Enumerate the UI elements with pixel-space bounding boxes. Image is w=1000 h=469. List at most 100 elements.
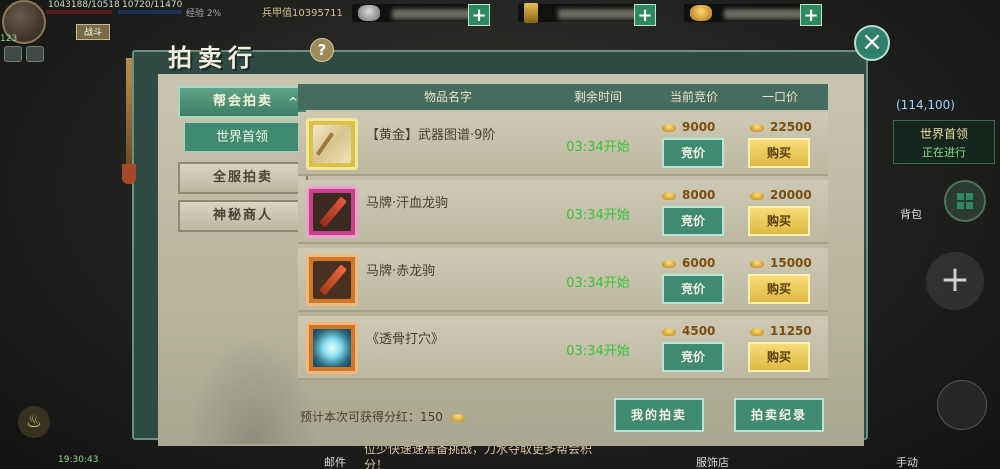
item-name: 马牌·汗血龙驹	[366, 196, 449, 211]
buy-button[interactable]: 购买	[748, 138, 810, 168]
player-level: 123	[0, 34, 18, 44]
item-slot[interactable]	[306, 118, 358, 170]
chat-message-cont: 分！	[364, 458, 389, 469]
buyout-price: 15000	[750, 256, 812, 270]
buyout-price: 22500	[750, 120, 812, 134]
buy-button[interactable]: 购买	[748, 274, 810, 304]
gold-resource: +	[684, 4, 822, 26]
gold-amount-blurred	[724, 9, 804, 19]
gold-ingot-icon	[750, 123, 764, 132]
tab-guild-auction[interactable]: 帮会拍卖 ^	[178, 86, 308, 118]
gold-ingot-icon	[662, 191, 676, 200]
grid-icon	[957, 193, 973, 209]
dividend-info: 预计本次可获得分红：150	[300, 408, 471, 425]
header-buyout: 一口价	[761, 90, 798, 104]
item-name: 《透骨打穴》	[366, 332, 445, 347]
item-name: 【黄金】武器图谱·9阶	[366, 128, 496, 143]
exp-text: 经验 2%	[186, 9, 222, 19]
time-left: 03:34开始	[566, 276, 630, 291]
buff-icon[interactable]	[4, 46, 22, 62]
auction-table: 物品名字 剩余时间 当前竞价 一口价 【黄金】武器图谱·9阶 03:34开始 9…	[298, 84, 828, 384]
clock-text: 19:30:43	[58, 455, 99, 465]
hp-text: 1043188/10518	[48, 0, 120, 10]
current-bid: 9000	[662, 120, 715, 134]
item-name: 马牌·赤龙驹	[366, 264, 436, 279]
boss-tracker-title: 世界首领	[919, 127, 968, 141]
time-left: 03:34开始	[566, 344, 630, 359]
window-frame: 帮会拍卖 ^ 世界首领 全服拍卖 神秘商人 物品名字 剩余时间 当前竞价 一口价…	[132, 50, 868, 446]
bag-label: 背包	[900, 208, 922, 221]
auction-record-button[interactable]: 拍卖纪录	[734, 398, 824, 432]
mail-label[interactable]: 邮件	[324, 454, 346, 469]
header-time-left: 剩余时间	[573, 90, 622, 104]
item-slot[interactable]	[306, 254, 358, 306]
item-slot[interactable]	[306, 322, 358, 374]
silver-resource: +	[352, 4, 490, 26]
tab-server-auction[interactable]: 全服拍卖	[178, 162, 308, 194]
gold-ingot-icon	[662, 259, 676, 268]
buy-button[interactable]: 购买	[748, 206, 810, 236]
time-left: 03:34开始	[566, 140, 630, 155]
item-slot[interactable]	[306, 186, 358, 238]
silver-ingot-icon	[358, 5, 380, 21]
table-row[interactable]: 马牌·汗血龙驹 03:34开始 8000 20000 竞价 购买	[298, 180, 828, 244]
battle-mode-button[interactable]: 战斗	[76, 24, 110, 40]
gold-ingot-icon	[450, 413, 465, 422]
header-item-name: 物品名字	[423, 90, 472, 104]
current-bid: 8000	[662, 188, 715, 202]
gold-ingot-icon	[690, 5, 712, 21]
token-icon	[524, 3, 538, 23]
left-hud: 123 战斗	[0, 24, 132, 74]
current-bid: 4500	[662, 324, 715, 338]
mp-text: 10720/11470	[122, 0, 183, 10]
tassel-decoration	[126, 58, 132, 168]
window-panel: 帮会拍卖 ^ 世界首领 全服拍卖 神秘商人 物品名字 剩余时间 当前竞价 一口价…	[158, 74, 864, 446]
gold-ingot-icon	[750, 259, 764, 268]
token-amount-blurred	[558, 9, 638, 19]
world-boss-tracker[interactable]: 世界首领 正在进行	[893, 120, 995, 164]
window-title-plate: 拍卖行 ?	[160, 38, 334, 72]
my-auction-button[interactable]: 我的拍卖	[614, 398, 704, 432]
add-silver-button[interactable]: +	[468, 4, 490, 26]
time-left: 03:34开始	[566, 208, 630, 223]
gold-ingot-icon	[662, 123, 676, 132]
power-label: 兵甲值10395711	[262, 8, 343, 19]
close-button[interactable]: ×	[854, 25, 890, 61]
subtab-world-boss[interactable]: 世界首领	[184, 122, 300, 152]
mp-bar	[118, 10, 182, 14]
tab-guild-auction-label: 帮会拍卖	[212, 94, 273, 109]
joystick-target-icon[interactable]	[937, 380, 987, 430]
meditate-icon[interactable]: ♨	[18, 406, 50, 438]
team-icon[interactable]	[26, 46, 44, 62]
horse-plaque-icon	[313, 193, 351, 231]
header-current-bid: 当前竞价	[669, 90, 718, 104]
silver-amount-blurred	[392, 9, 472, 19]
table-row[interactable]: 《透骨打穴》 03:34开始 4500 11250 竞价 购买	[298, 316, 828, 380]
buy-button[interactable]: 购买	[748, 342, 810, 372]
bid-button[interactable]: 竞价	[662, 206, 724, 236]
bid-button[interactable]: 竞价	[662, 138, 724, 168]
shop-label[interactable]: 服饰店	[696, 454, 729, 469]
gold-ingot-icon	[750, 327, 764, 336]
add-gold-button[interactable]: +	[800, 4, 822, 26]
gold-ingot-icon	[662, 327, 676, 336]
expand-menu-button[interactable]: +	[926, 252, 984, 310]
buyout-price: 20000	[750, 188, 812, 202]
table-header: 物品名字 剩余时间 当前竞价 一口价	[298, 84, 828, 110]
add-token-button[interactable]: +	[634, 4, 656, 26]
bid-button[interactable]: 竞价	[662, 274, 724, 304]
tab-mystery-merchant[interactable]: 神秘商人	[178, 200, 308, 232]
skill-book-icon	[313, 329, 351, 367]
table-row[interactable]: 【黄金】武器图谱·9阶 03:34开始 9000 22500 竞价 购买	[298, 112, 828, 176]
top-hud: 1043188/10518 10720/11470 经验 2% 兵甲值10395…	[0, 0, 1000, 44]
bid-button[interactable]: 竞价	[662, 342, 724, 372]
horse-plaque-icon	[313, 261, 351, 299]
window-title: 拍卖行	[168, 43, 258, 72]
table-row[interactable]: 马牌·赤龙驹 03:34开始 6000 15000 竞价 购买	[298, 248, 828, 312]
scroll-icon	[313, 125, 351, 163]
auction-window: 帮会拍卖 ^ 世界首领 全服拍卖 神秘商人 物品名字 剩余时间 当前竞价 一口价…	[122, 25, 890, 446]
manual-mode-label[interactable]: 手动	[896, 454, 918, 469]
bag-button[interactable]	[944, 180, 986, 222]
help-icon[interactable]: ?	[310, 38, 334, 62]
token-resource: +	[518, 3, 656, 26]
